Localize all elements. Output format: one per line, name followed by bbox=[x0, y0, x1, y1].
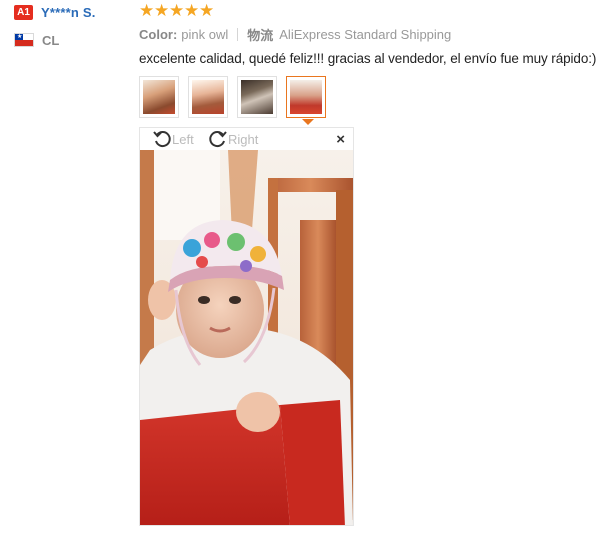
star-icon: ★ bbox=[184, 1, 200, 20]
review-photo-image bbox=[140, 150, 353, 525]
review-thumbnail[interactable] bbox=[139, 76, 179, 118]
image-viewer: Left Right × bbox=[139, 127, 354, 526]
review-meta: Color: pink owl 物流 AliExpress Standard S… bbox=[139, 25, 451, 44]
buyer-info: A1 Y****n S. ★ CL bbox=[14, 4, 134, 48]
thumbnail-image bbox=[290, 80, 322, 114]
review-thumbnail-active[interactable] bbox=[286, 76, 326, 125]
close-button[interactable]: × bbox=[336, 131, 345, 148]
thumbnail-image bbox=[143, 80, 175, 114]
rotate-right-label: Right bbox=[228, 131, 259, 147]
rotate-left-button[interactable]: Left bbox=[152, 129, 194, 149]
thumbnail-image bbox=[192, 80, 224, 114]
buyer-name: Y****n S. bbox=[41, 4, 96, 20]
rotate-left-icon bbox=[153, 131, 171, 148]
rotate-left-label: Left bbox=[172, 131, 194, 147]
viewer-toolbar: Left Right × bbox=[140, 128, 353, 150]
buyer-country: CL bbox=[42, 32, 60, 48]
thumbnail-image bbox=[241, 80, 273, 114]
rotate-right-icon bbox=[209, 131, 227, 148]
shipping-value: AliExpress Standard Shipping bbox=[279, 27, 452, 42]
active-indicator bbox=[302, 119, 314, 125]
rotate-right-button[interactable]: Right bbox=[208, 129, 258, 149]
chile-flag-icon: ★ bbox=[14, 33, 34, 47]
review-thumbnail[interactable] bbox=[188, 76, 228, 118]
star-icon: ★ bbox=[169, 1, 185, 20]
star-icon: ★ bbox=[139, 1, 155, 20]
color-value: pink owl bbox=[181, 27, 229, 42]
review-thumbnails bbox=[139, 76, 326, 125]
star-rating: ★ ★ ★ ★ ★ bbox=[139, 2, 214, 20]
shipping-label: 物流 bbox=[247, 28, 274, 43]
review-thumbnail[interactable] bbox=[237, 76, 277, 118]
review-comment: excelente calidad, quedé feliz!!! gracia… bbox=[139, 51, 597, 66]
star-icon: ★ bbox=[199, 1, 215, 20]
buyer-level-badge: A1 bbox=[14, 4, 33, 20]
star-icon: ★ bbox=[154, 1, 170, 20]
color-label: Color: bbox=[139, 27, 178, 42]
divider bbox=[237, 28, 239, 41]
review-photo bbox=[140, 150, 353, 525]
